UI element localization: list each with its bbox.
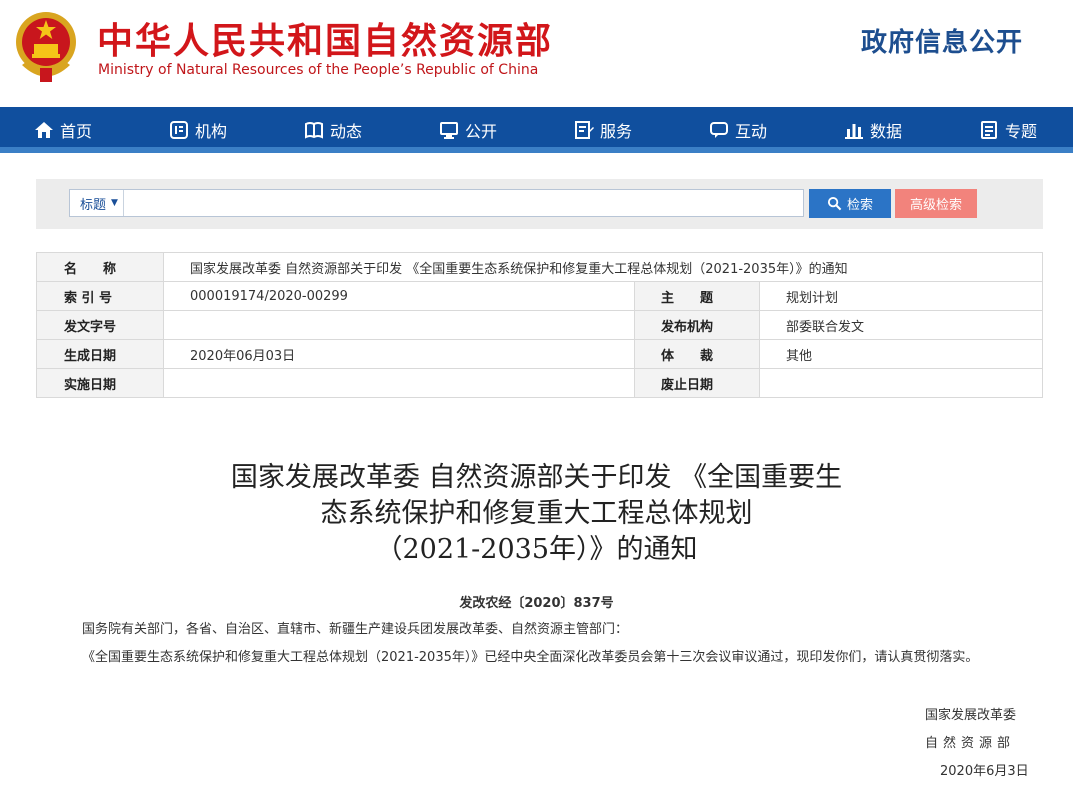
document-title-line: 态系统保护和修复重大工程总体规划 xyxy=(320,498,753,529)
genre-label: 体 裁 xyxy=(634,339,760,369)
site-header: 中华人民共和国自然资源部 Ministry of Natural Resourc… xyxy=(0,0,1073,107)
effective-value xyxy=(163,368,635,398)
date-label: 生成日期 xyxy=(36,339,164,369)
document-addressee: 国务院有关部门，各省、自治区、直辖市、新疆生产建设兵团发展改革委、自然资源主管部… xyxy=(82,622,629,637)
advanced-search-button[interactable]: 高级检索 xyxy=(895,189,977,218)
document-body: 《全国重要生态系统保护和修复重大工程总体规划（2021-2035年）》已经中央全… xyxy=(82,650,979,665)
nav-item-label: 数据 xyxy=(870,122,903,141)
nav-item-org[interactable]: 机构 xyxy=(169,107,227,153)
search-button[interactable]: 检索 xyxy=(809,189,891,218)
document-number: 发改农经〔2020〕837号 xyxy=(459,596,614,611)
nav-item-topic[interactable]: 专题 xyxy=(979,107,1037,153)
table-row: 索 引 号 000019174/2020-00299 主 题 规划计划 xyxy=(36,281,1043,311)
edit-doc-icon xyxy=(575,121,594,139)
national-emblem-icon xyxy=(16,12,76,82)
table-row: 名 称 国家发展改革委 自然资源部关于印发 《全国重要生态系统保护和修复重大工程… xyxy=(36,252,1043,282)
nav-item-label: 服务 xyxy=(600,122,633,141)
subject-value: 规划计划 xyxy=(759,281,1043,311)
table-row: 生成日期 2020年06月03日 体 裁 其他 xyxy=(36,339,1043,369)
chat-icon xyxy=(710,122,728,138)
signature-ndrc: 国家发展改革委 xyxy=(925,708,1017,723)
org-icon xyxy=(170,121,188,139)
nav-item-label: 公开 xyxy=(465,122,498,141)
home-icon xyxy=(35,122,53,138)
book-icon xyxy=(305,122,323,139)
index-value: 000019174/2020-00299 xyxy=(163,281,635,311)
search-scope-select[interactable]: 标题 ▼ xyxy=(70,190,124,216)
nav-item-data[interactable]: 数据 xyxy=(844,107,902,153)
search-box: 标题 ▼ xyxy=(69,189,804,217)
nav-item-label: 动态 xyxy=(330,122,363,141)
nav-item-home[interactable]: 首页 xyxy=(34,107,92,153)
topic-doc-icon xyxy=(981,121,997,139)
table-row: 发文字号 发布机构 部委联合发文 xyxy=(36,310,1043,340)
caret-down-icon: ▼ xyxy=(111,198,118,208)
name-label: 名 称 xyxy=(36,252,164,282)
search-input[interactable] xyxy=(125,190,801,216)
nav-item-label: 首页 xyxy=(60,122,93,141)
document-title-line: （2021-2035年）》的通知 xyxy=(375,534,698,565)
signature-mnr: 自然资源部 xyxy=(925,736,1016,751)
section-title[interactable]: 政府信息公开 xyxy=(861,22,1023,59)
subject-label: 主 题 xyxy=(634,281,760,311)
bar-chart-icon xyxy=(845,124,863,139)
document-title-line: 国家发展改革委 自然资源部关于印发 《全国重要生 xyxy=(230,462,843,493)
search-icon xyxy=(827,196,842,211)
nav-item-label: 互动 xyxy=(735,122,768,141)
table-row: 实施日期 废止日期 xyxy=(36,368,1043,398)
search-scope-label: 标题 xyxy=(80,197,107,213)
repeal-label: 废止日期 xyxy=(634,368,760,398)
document-metadata-table: 名 称 国家发展改革委 自然资源部关于印发 《全国重要生态系统保护和修复重大工程… xyxy=(36,252,1043,398)
nav-item-interact[interactable]: 互动 xyxy=(709,107,767,153)
document-title: 国家发展改革委 自然资源部关于印发 《全国重要生 态系统保护和修复重大工程总体规… xyxy=(180,460,893,568)
docno-label: 发文字号 xyxy=(36,310,164,340)
repeal-value xyxy=(759,368,1043,398)
ministry-name-cn[interactable]: 中华人民共和国自然资源部 xyxy=(97,12,553,64)
nav-item-news[interactable]: 动态 xyxy=(304,107,362,153)
name-value: 国家发展改革委 自然资源部关于印发 《全国重要生态系统保护和修复重大工程总体规划… xyxy=(163,252,1043,282)
nav-item-service[interactable]: 服务 xyxy=(574,107,632,153)
index-label: 索 引 号 xyxy=(36,281,164,311)
search-panel: 标题 ▼ 检索 高级检索 xyxy=(36,179,1043,229)
issuer-label: 发布机构 xyxy=(634,310,760,340)
search-button-label: 检索 xyxy=(846,198,873,213)
main-nav: 首页 机构 动态 公开 服务 互动 数据 专题 xyxy=(0,107,1073,153)
effective-label: 实施日期 xyxy=(36,368,164,398)
nav-item-label: 专题 xyxy=(1005,122,1038,141)
signature-date: 2020年6月3日 xyxy=(940,764,1029,779)
genre-value: 其他 xyxy=(759,339,1043,369)
docno-value xyxy=(163,310,635,340)
date-value: 2020年06月03日 xyxy=(163,339,635,369)
ministry-name-en[interactable]: Ministry of Natural Resources of the Peo… xyxy=(98,62,538,78)
nav-item-label: 机构 xyxy=(195,122,228,141)
monitor-icon xyxy=(440,122,458,139)
nav-item-public[interactable]: 公开 xyxy=(439,107,497,153)
issuer-value: 部委联合发文 xyxy=(759,310,1043,340)
